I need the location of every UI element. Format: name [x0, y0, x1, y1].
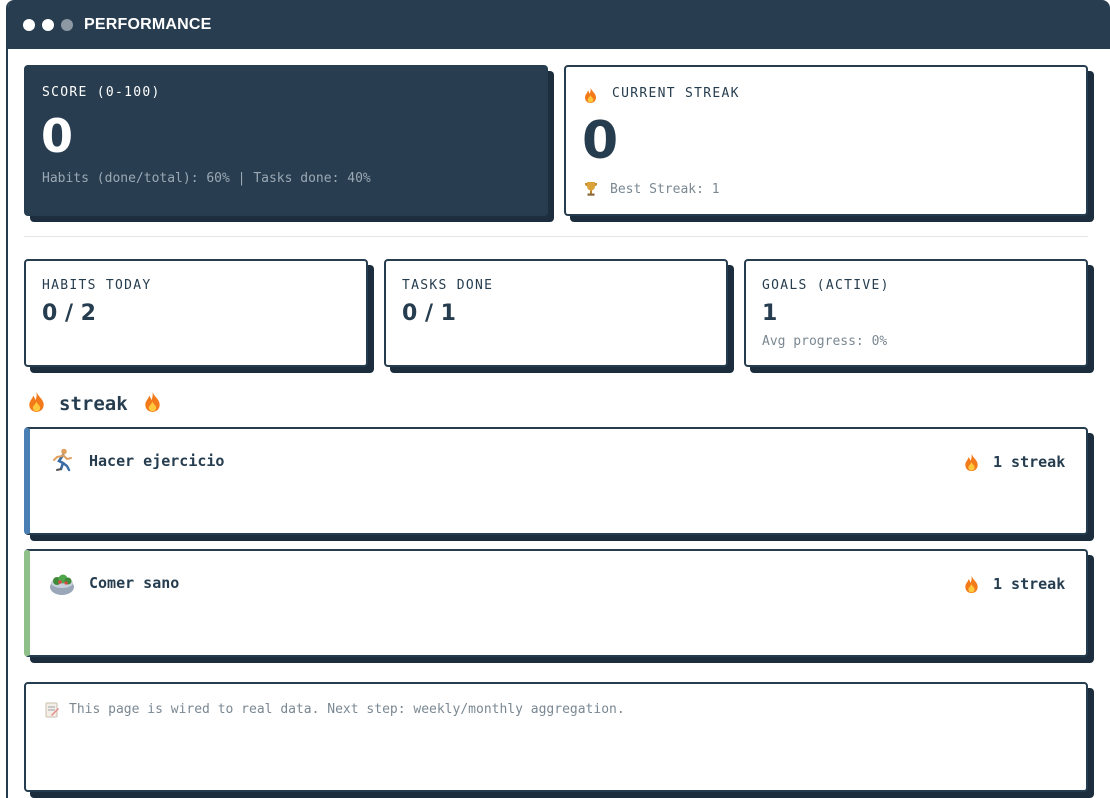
- habit-name: Hacer ejercicio: [89, 452, 225, 470]
- title-bar: PERFORMANCE: [8, 0, 1110, 49]
- score-label: SCORE (0-100): [42, 85, 161, 100]
- tasks-done-card: TASKS DONE 0 / 1: [384, 259, 728, 367]
- fire-icon: [584, 87, 597, 107]
- habit-streak-count: 1 streak: [993, 453, 1066, 471]
- habits-today-card: HABITS TODAY 0 / 2: [24, 259, 368, 367]
- habit-name: Comer sano: [89, 574, 180, 592]
- habits-today-value: 0 / 2: [42, 301, 96, 326]
- goals-active-card: GOALS (ACTIVE) 1 Avg progress: 0%: [744, 259, 1088, 367]
- habit-card-hacer-ejercicio[interactable]: Hacer ejercicio 1 streak: [24, 427, 1088, 535]
- current-streak-label: CURRENT STREAK: [612, 86, 740, 101]
- best-streak-text: Best Streak: 1: [610, 182, 720, 197]
- section-divider: [24, 236, 1088, 237]
- fire-icon: [28, 391, 45, 417]
- window-minimize-dot[interactable]: [42, 18, 54, 31]
- current-streak-value: 0: [582, 111, 619, 171]
- info-note-text: This page is wired to real data. Next st…: [69, 702, 625, 717]
- info-note-card: This page is wired to real data. Next st…: [24, 682, 1088, 792]
- tasks-done-label: TASKS DONE: [402, 278, 494, 293]
- score-detail: Habits (done/total): 60% | Tasks done: 4…: [42, 171, 371, 186]
- memo-icon: [45, 702, 59, 722]
- window-maximize-dot[interactable]: [61, 18, 73, 31]
- fire-icon: [964, 575, 979, 597]
- salad-icon: [49, 571, 75, 601]
- habits-today-label: HABITS TODAY: [42, 278, 152, 293]
- avg-progress-text: Avg progress: 0%: [762, 334, 888, 349]
- trophy-icon: [584, 181, 598, 200]
- score-value: 0: [41, 109, 74, 163]
- score-card: SCORE (0-100) 0 Habits (done/total): 60%…: [24, 65, 548, 216]
- goals-active-value: 1: [762, 301, 778, 326]
- window-title: PERFORMANCE: [84, 15, 212, 33]
- fire-icon: [144, 391, 161, 417]
- window-close-dot[interactable]: [23, 18, 35, 31]
- fire-icon: [964, 453, 979, 475]
- habit-streak-count: 1 streak: [993, 575, 1066, 593]
- tasks-done-value: 0 / 1: [402, 301, 456, 326]
- goals-active-label: GOALS (ACTIVE): [762, 278, 890, 293]
- streak-heading: streak: [28, 391, 161, 417]
- current-streak-card: CURRENT STREAK 0 Best Streak: 1: [564, 65, 1088, 216]
- runner-icon: [50, 448, 74, 476]
- habit-card-comer-sano[interactable]: Comer sano 1 streak: [24, 549, 1088, 657]
- streak-heading-text: streak: [59, 393, 128, 415]
